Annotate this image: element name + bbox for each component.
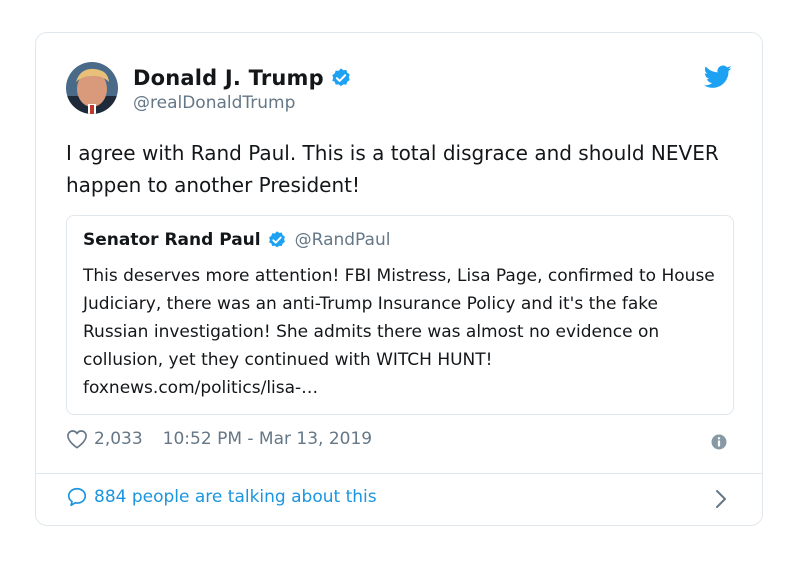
quoted-tweet-header: Senator Rand Paul @RandPaul [83, 230, 390, 250]
tweet-timestamp[interactable]: 10:52 PM - Mar 13, 2019 [163, 429, 372, 449]
verified-badge-icon [268, 231, 285, 248]
tweet-text: I agree with Rand Paul. This is a total … [66, 141, 719, 197]
like-count[interactable]: 2,033 [94, 429, 143, 449]
tweet-meta: 2,033 10:52 PM - Mar 13, 2019 [66, 429, 372, 449]
quoted-tweet-text: This deserves more attention! FBI Mistre… [83, 266, 715, 398]
chevron-right-icon[interactable] [714, 488, 728, 510]
conversation-link[interactable]: 884 people are talking about this [66, 486, 377, 508]
twitter-bird-icon[interactable] [704, 65, 732, 89]
author-handle[interactable]: @realDonaldTrump [133, 93, 295, 113]
quoted-author-name: Senator Rand Paul [83, 230, 261, 250]
embedded-tweet-card[interactable]: Donald J. Trump @realDonaldTrump I agree… [35, 32, 763, 526]
info-icon[interactable] [711, 434, 727, 450]
author-avatar[interactable] [66, 62, 118, 114]
quoted-author-handle: @RandPaul [294, 230, 391, 250]
quoted-tweet[interactable]: Senator Rand Paul @RandPaul This deserve… [66, 215, 734, 415]
author-name-row[interactable]: Donald J. Trump [133, 66, 352, 90]
avatar-image [66, 62, 118, 114]
author-display-name[interactable]: Donald J. Trump [133, 66, 324, 90]
reply-bubble-icon [67, 487, 87, 507]
verified-badge-icon [332, 68, 350, 87]
divider [36, 473, 762, 474]
heart-icon[interactable] [66, 429, 88, 449]
conversation-label[interactable]: 884 people are talking about this [94, 487, 377, 507]
